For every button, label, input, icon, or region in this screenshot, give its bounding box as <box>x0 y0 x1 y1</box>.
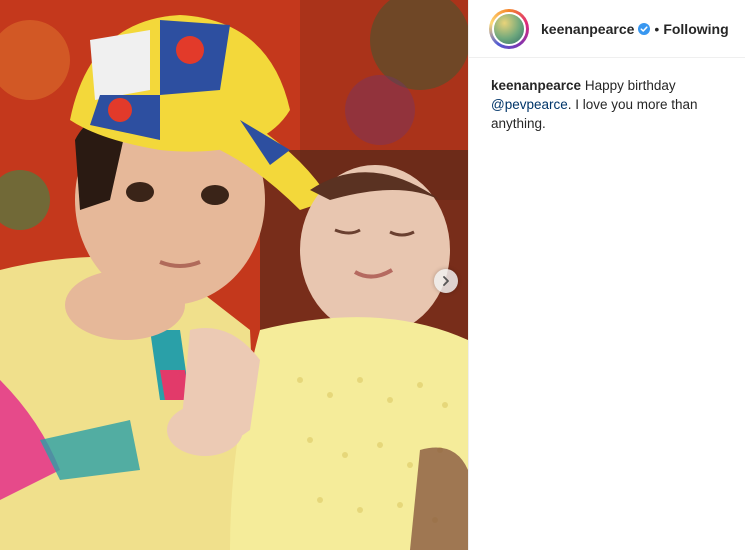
caption-username[interactable]: keenanpearce <box>491 78 581 93</box>
post-caption: keenanpearce Happy birthday @pevpearce. I… <box>491 76 716 133</box>
header-username[interactable]: keenanpearce <box>541 21 634 37</box>
photo-illustration <box>0 0 468 550</box>
following-button[interactable]: Following <box>663 21 728 37</box>
post-header: keenanpearce • Following <box>469 0 745 58</box>
panel-divider <box>468 0 469 550</box>
header-separator: • <box>654 20 660 37</box>
avatar-image <box>492 11 526 46</box>
caption-text: Happy birthday <box>584 78 676 93</box>
verified-badge-icon <box>638 22 651 35</box>
avatar[interactable] <box>489 8 529 49</box>
post-photo[interactable] <box>0 0 468 550</box>
caption-mention[interactable]: @pevpearce <box>491 97 568 112</box>
next-photo-button[interactable] <box>434 269 458 293</box>
chevron-right-icon <box>443 276 449 286</box>
